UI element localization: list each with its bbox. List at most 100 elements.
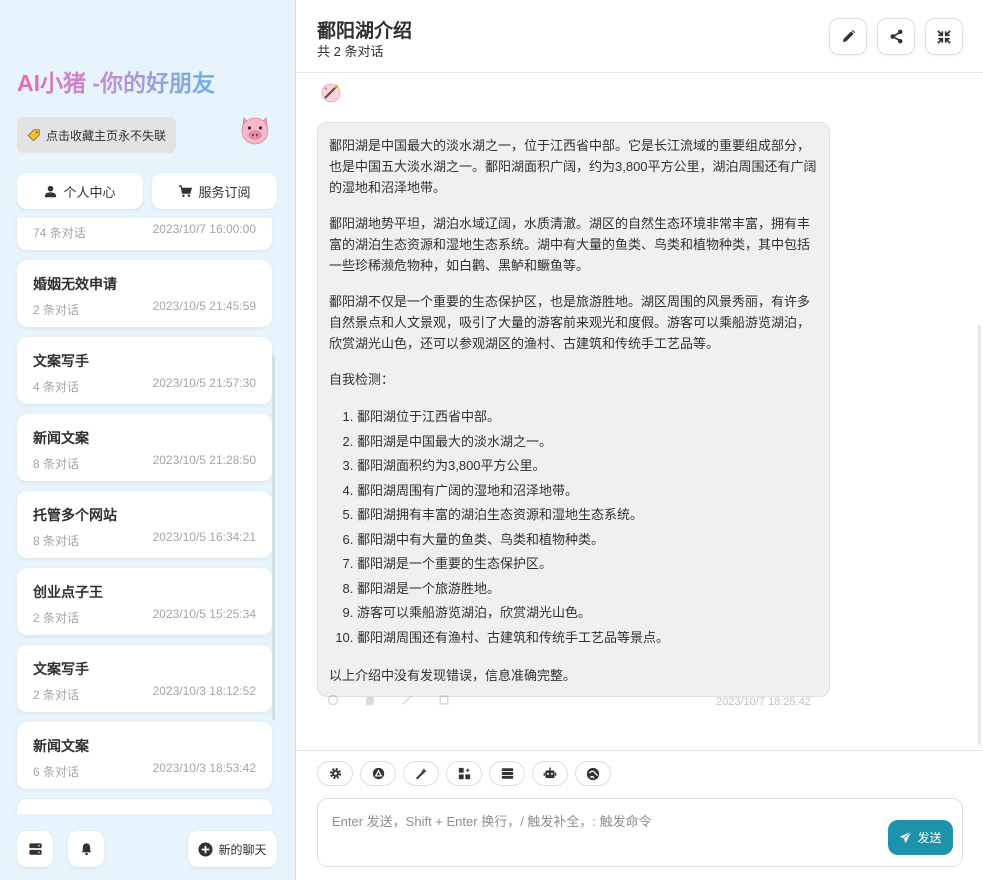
- chat-count: 74 条对话: [33, 226, 86, 240]
- conversation-count: 共 2 条对话: [317, 44, 384, 59]
- exit-fullscreen-button[interactable]: [925, 18, 963, 55]
- notification-button[interactable]: [68, 831, 104, 867]
- pin-icon[interactable]: [401, 694, 413, 706]
- message-actions: [327, 694, 450, 706]
- share-icon: [890, 29, 902, 44]
- delete-icon[interactable]: [364, 694, 376, 706]
- chat-item[interactable]: [17, 799, 272, 814]
- chat-time: 2023/10/5 16:34:21: [152, 530, 256, 544]
- bookmark-tip[interactable]: 点击收藏主页永不失联: [17, 117, 176, 153]
- edit-icon: [842, 29, 855, 43]
- chat-title: 新闻文案: [33, 738, 89, 754]
- magic-wand-button[interactable]: [403, 761, 439, 786]
- settings-icon: [329, 767, 341, 780]
- settings-storage-button[interactable]: [17, 831, 53, 867]
- check-item: 游客可以乘船游览湖泊，欣赏湖光山色。: [357, 601, 819, 626]
- chat-list: 74 条对话 2023/10/7 16:00:00 婚姻无效申请 2 条对话 2…: [0, 218, 295, 814]
- check-item: 鄱阳湖是一个重要的生态保护区。: [357, 552, 819, 577]
- chat-time: 2023/10/5 21:45:59: [152, 299, 256, 313]
- check-heading: 自我检测：: [329, 372, 395, 387]
- chat-item[interactable]: 新闻文案 6 条对话 2023/10/3 18:53:42: [17, 722, 272, 789]
- input-panel: Enter 发送，Shift + Enter 换行，/ 触发补全，: 触发命令 …: [297, 750, 983, 880]
- mask-button[interactable]: [446, 761, 482, 786]
- user-center-button[interactable]: 个人中心: [17, 173, 143, 209]
- retry-icon[interactable]: [327, 694, 339, 706]
- check-item: 鄱阳湖面积约为3,800平方公里。: [357, 454, 819, 479]
- send-label: 发送: [917, 831, 942, 845]
- chat-time: 2023/10/5 15:25:34: [152, 607, 256, 621]
- copy-icon[interactable]: [438, 694, 450, 706]
- page-title: 鄱阳湖介绍: [317, 21, 413, 42]
- message-time: 2023/10/7 18:25:42: [716, 696, 811, 708]
- send-button[interactable]: 发送: [888, 820, 953, 855]
- chat-count: 2 条对话: [33, 688, 80, 702]
- prompt-icon: [372, 767, 384, 780]
- chat-count: 2 条对话: [33, 611, 80, 625]
- app-brand: AI小猪 -你的好朋友: [17, 64, 215, 98]
- robot-icon: [543, 767, 557, 779]
- chat-count: 2 条对话: [33, 303, 80, 317]
- plugin-button[interactable]: [575, 761, 611, 786]
- check-item: 鄱阳湖拥有丰富的湖泊生态资源和湿地生态系统。: [357, 503, 819, 528]
- message-input[interactable]: Enter 发送，Shift + Enter 换行，/ 触发补全，: 触发命令: [317, 798, 963, 867]
- chat-count: 8 条对话: [33, 457, 80, 471]
- bot-message: 鄱阳湖是中国最大的淡水湖之一，位于江西省中部。它是长江流域的重要组成部分，也是中…: [317, 122, 830, 697]
- check-list: 鄱阳湖位于江西省中部。 鄱阳湖是中国最大的淡水湖之一。 鄱阳湖面积约为3,800…: [329, 405, 819, 650]
- chat-title: 创业点子王: [33, 584, 103, 600]
- check-item: 鄱阳湖周围还有渔村、古建筑和传统手工艺品等景点。: [357, 626, 819, 651]
- prompt-button[interactable]: [360, 761, 396, 786]
- check-item: 鄱阳湖中有大量的鱼类、鸟类和植物种类。: [357, 528, 819, 553]
- chat-title: 婚姻无效申请: [33, 276, 117, 292]
- subscription-button[interactable]: 服务订阅: [152, 173, 277, 209]
- plugin-icon: [586, 767, 600, 780]
- user-icon: [45, 185, 57, 197]
- chat-title: 新闻文案: [33, 430, 89, 446]
- chat-settings-button[interactable]: [317, 761, 353, 786]
- input-placeholder: Enter 发送，Shift + Enter 换行，/ 触发补全，: 触发命令: [332, 814, 652, 829]
- chat-scrollbar[interactable]: [978, 325, 981, 745]
- share-button[interactable]: [877, 18, 915, 55]
- storage-button[interactable]: [489, 761, 525, 786]
- check-item: 鄱阳湖是一个旅游胜地。: [357, 577, 819, 602]
- chat-item[interactable]: 74 条对话 2023/10/7 16:00:00: [17, 218, 272, 250]
- storage-icon: [501, 768, 513, 779]
- sidebar-scrollbar[interactable]: [272, 355, 275, 720]
- magic-wand-icon: [415, 767, 427, 780]
- chat-item[interactable]: 文案写手 2 条对话 2023/10/3 18:12:52: [17, 645, 272, 712]
- chat-count: 8 条对话: [33, 534, 80, 548]
- chat-title: 文案写手: [33, 661, 89, 677]
- plus-circle-icon: [198, 841, 214, 857]
- chat-item[interactable]: 新闻文案 8 条对话 2023/10/5 21:28:50: [17, 414, 272, 481]
- shrink-icon: [937, 29, 951, 44]
- chat-time: 2023/10/3 18:12:52: [152, 684, 256, 698]
- chat-item[interactable]: 托管多个网站 8 条对话 2023/10/5 16:34:21: [17, 491, 272, 558]
- server-icon: [28, 843, 42, 855]
- new-chat-button[interactable]: 新的聊天: [188, 831, 277, 867]
- chat-title: 文案写手: [33, 353, 89, 369]
- chat-time: 2023/10/5 21:57:30: [152, 376, 256, 390]
- chat-time: 2023/10/5 21:28:50: [152, 453, 256, 467]
- edit-title-button[interactable]: [829, 18, 867, 55]
- chat-title: 托管多个网站: [33, 507, 117, 523]
- tag-icon: [27, 129, 40, 142]
- check-item: 鄱阳湖是中国最大的淡水湖之一。: [357, 430, 819, 455]
- message-paragraph: 鄱阳湖是中国最大的淡水湖之一，位于江西省中部。它是长江流域的重要组成部分，也是中…: [329, 138, 817, 195]
- chat-item[interactable]: 婚姻无效申请 2 条对话 2023/10/5 21:45:59: [17, 260, 272, 327]
- chat-header: 鄱阳湖介绍 共 2 条对话: [297, 0, 983, 73]
- bell-icon: [81, 843, 91, 856]
- chat-count: 4 条对话: [33, 380, 80, 394]
- chat-item[interactable]: 文案写手 4 条对话 2023/10/5 21:57:30: [17, 337, 272, 404]
- message-paragraph: 鄱阳湖不仅是一个重要的生态保护区，也是旅游胜地。湖区周围的风景秀丽，有许多自然景…: [329, 294, 811, 351]
- message-conclusion: 以上介绍中没有发现错误，信息准确完整。: [329, 668, 577, 683]
- check-item: 鄱阳湖周围有广阔的湿地和沼泽地带。: [357, 479, 819, 504]
- chat-time: 2023/10/7 16:00:00: [152, 222, 256, 236]
- message-paragraph: 鄱阳湖地势平坦，湖泊水域辽阔，水质清澈。湖区的自然生态环境非常丰富，拥有丰富的湖…: [329, 216, 811, 273]
- bookmark-text: 点击收藏主页永不失联: [46, 128, 167, 143]
- new-chat-label: 新的聊天: [218, 842, 267, 857]
- pig-logo-icon: [241, 117, 269, 145]
- chat-item[interactable]: 创业点子王 2 条对话 2023/10/5 15:25:34: [17, 568, 272, 635]
- mask-icon: [458, 767, 470, 780]
- robot-button[interactable]: [532, 761, 568, 786]
- chat-time: 2023/10/3 18:53:42: [152, 761, 256, 775]
- chat-count: 6 条对话: [33, 765, 80, 779]
